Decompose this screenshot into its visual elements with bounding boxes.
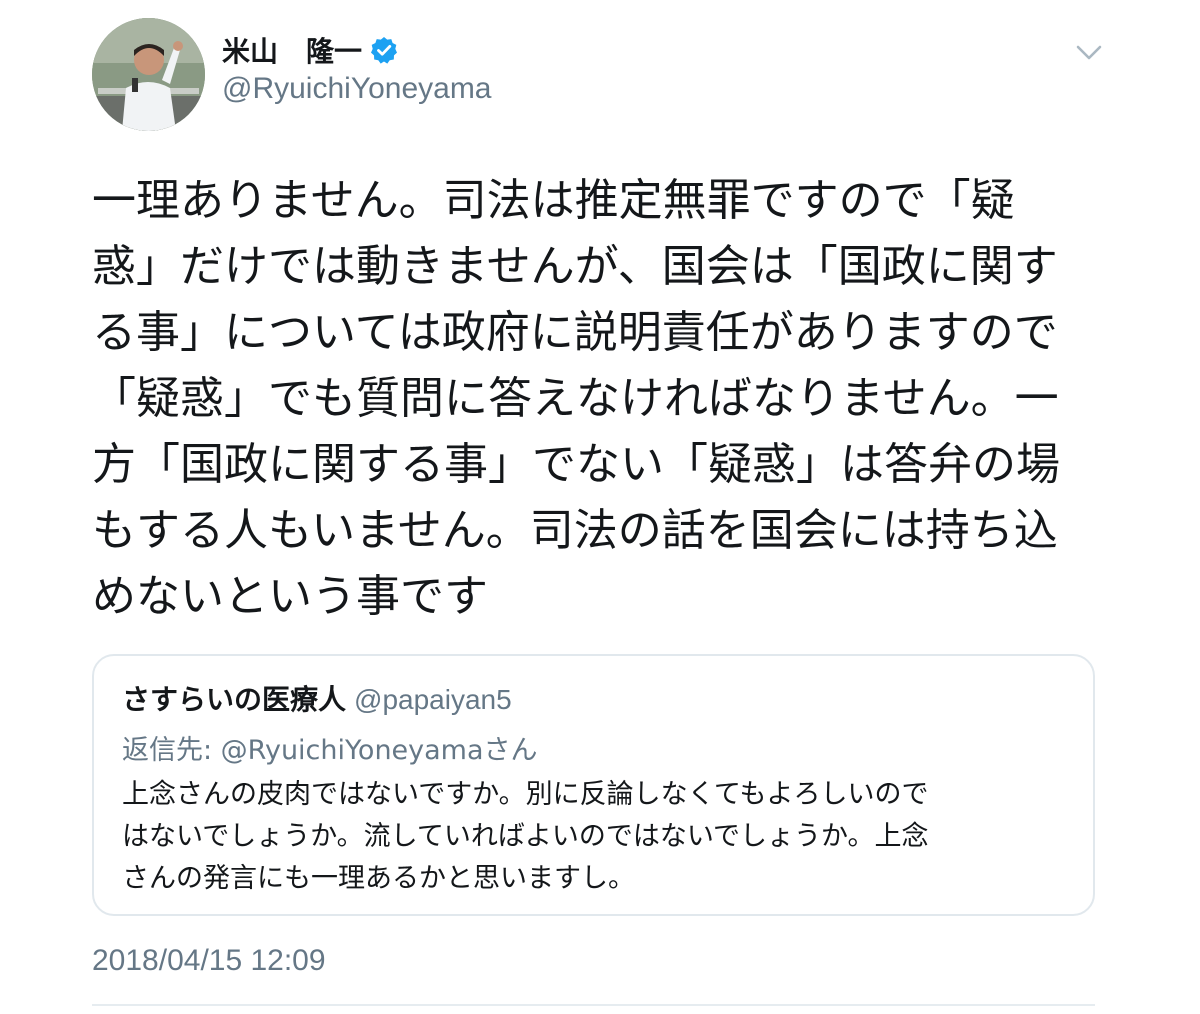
quoted-author-handle: @papaiyan5 [354, 684, 512, 715]
tweet: 米山 隆一 @RyuichiYoneyama 一理ありません。司法は推定無罪です… [0, 0, 1200, 1014]
verified-badge-icon [370, 36, 398, 64]
tweet-text: 一理ありません。司法は推定無罪ですので「疑 惑」だけでは動きませんが、国会は「国… [92, 168, 1072, 630]
tweet-text-line: 一理ありません。司法は推定無罪ですので「疑 [92, 175, 1015, 226]
tweet-text-line: 惑」だけでは動きませんが、国会は「国政に関す [92, 241, 1058, 292]
quoted-tweet[interactable]: さすらいの医療人 @papaiyan5 返信先: @RyuichiYoneyama… [92, 654, 1095, 916]
tweet-text-line: めないという事です [92, 571, 488, 622]
display-name[interactable]: 米山 隆一 [222, 30, 362, 70]
name-row: 米山 隆一 [222, 30, 492, 70]
divider [92, 1004, 1095, 1006]
tweet-text-line: もする人もいません。司法の話を国会には持ち込 [92, 505, 1058, 556]
author-block: 米山 隆一 @RyuichiYoneyama [222, 30, 492, 106]
quoted-tweet-header: さすらいの医療人 @papaiyan5 [122, 678, 512, 718]
tweet-text-line: 方「国政に関する事」でない「疑惑」は答弁の場 [92, 439, 1060, 490]
quoted-text-line: はないでしょうか。流していればよいのではないでしょうか。上念 [122, 821, 929, 852]
chevron-down-icon[interactable] [1076, 44, 1102, 62]
reply-to-label: 返信先: @RyuichiYoneyamaさん [122, 735, 538, 766]
tweet-timestamp[interactable]: 2018/04/15 12:09 [92, 944, 326, 978]
quoted-tweet-text: 上念さんの皮肉ではないですか。別に反論しなくてもよろしいので はないでしょうか。… [122, 774, 1072, 900]
quoted-text-line: 上念さんの皮肉ではないですか。別に反論しなくてもよろしいので [122, 779, 929, 810]
author-handle[interactable]: @RyuichiYoneyama [222, 72, 492, 106]
tweet-text-line: る事」については政府に説明責任がありますので [92, 307, 1058, 358]
avatar[interactable] [92, 18, 205, 131]
quoted-author-name: さすらいの医療人 [122, 683, 347, 716]
quoted-text-line: さんの発言にも一理あるかと思いますし。 [122, 863, 635, 894]
tweet-text-line: 「疑惑」でも質問に答えなければなりません。一 [92, 373, 1059, 424]
